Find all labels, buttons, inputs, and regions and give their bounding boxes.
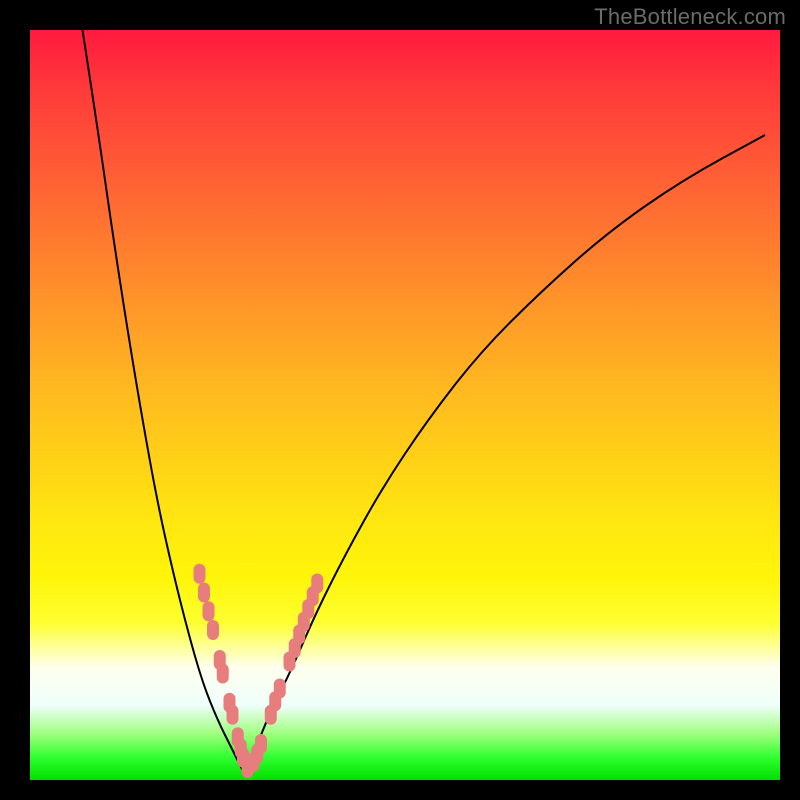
plot-area: [30, 30, 780, 780]
markers-group: [194, 564, 324, 778]
curves-svg: [30, 30, 780, 780]
data-marker: [203, 601, 215, 621]
data-marker: [198, 583, 210, 603]
data-marker: [217, 664, 229, 684]
data-marker: [274, 679, 286, 699]
data-marker: [311, 574, 323, 594]
chart-frame: TheBottleneck.com: [0, 0, 800, 800]
data-marker: [207, 620, 219, 640]
data-marker: [194, 564, 206, 584]
data-marker: [227, 705, 239, 725]
right-curve: [244, 135, 765, 773]
data-marker: [255, 734, 267, 754]
watermark-text: TheBottleneck.com: [594, 4, 786, 30]
